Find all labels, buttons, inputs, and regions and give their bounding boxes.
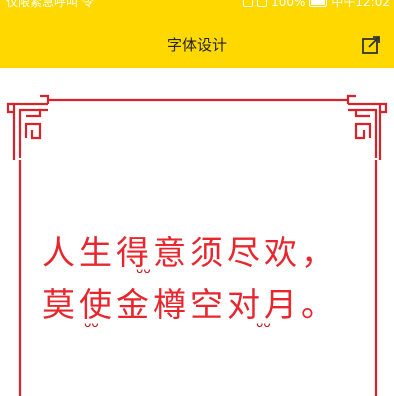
clock: 中午12:02: [331, 0, 390, 9]
nfc-icon: [243, 0, 254, 7]
vibrate-icon: [257, 0, 268, 7]
design-canvas[interactable]: 人生得意须尽欢， 莫使金樽空对月。 ᴗᴗ ᴗᴗ ᴗᴗ: [0, 68, 394, 396]
flourish-mark: ᴗᴗ: [136, 262, 151, 276]
battery-icon: [309, 0, 328, 7]
carrier-status: 仅限紧急呼叫 令: [6, 0, 94, 9]
status-bar: 仅限紧急呼叫 令 100% 中午12:02: [0, 0, 394, 22]
app-screen: 仅限紧急呼叫 令 100% 中午12:02 字体设计 人生得意须尽欢， 莫使金樽…: [0, 0, 394, 396]
status-icons: 100% 中午12:02: [243, 0, 390, 8]
poem-line-1[interactable]: 人生得意须尽欢，: [42, 226, 338, 274]
share-icon: [362, 36, 380, 54]
battery-percent: 100%: [271, 0, 306, 9]
page-title: 字体设计: [166, 36, 227, 54]
top-navigation-bar: 字体设计: [0, 22, 394, 68]
share-button[interactable]: [360, 34, 382, 56]
flourish-mark: ᴗᴗ: [256, 316, 271, 330]
flourish-mark: ᴗᴗ: [84, 316, 99, 330]
